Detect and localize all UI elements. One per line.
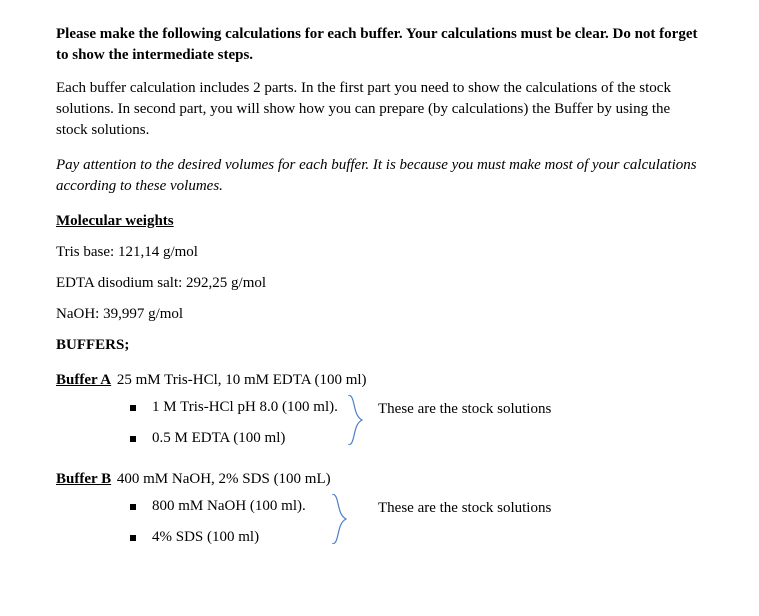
- bullet-icon: [130, 405, 136, 411]
- bullet-text: 1 M Tris-HCl pH 8.0 (100 ml).: [152, 397, 338, 418]
- bullet-icon: [130, 436, 136, 442]
- bullet-text: 0.5 M EDTA (100 ml): [152, 428, 285, 449]
- mw-item-tris: Tris base: 121,14 g/mol: [56, 242, 703, 263]
- paragraph-1: Each buffer calculation includes 2 parts…: [56, 78, 703, 141]
- bullet-icon: [130, 535, 136, 541]
- instructions-heading: Please make the following calculations f…: [56, 24, 703, 66]
- buffer-a-label: Buffer A: [56, 372, 111, 388]
- list-item: 4% SDS (100 ml): [130, 527, 703, 548]
- stock-solutions-note-a: These are the stock solutions: [378, 399, 551, 420]
- mw-item-edta: EDTA disodium salt: 292,25 g/mol: [56, 273, 703, 294]
- buffer-b-bullets: 800 mM NaOH (100 ml). 4% SDS (100 ml) Th…: [130, 496, 703, 548]
- buffer-a-bullets: 1 M Tris-HCl pH 8.0 (100 ml). 0.5 M EDTA…: [130, 397, 703, 449]
- paragraph-2-italic: Pay attention to the desired volumes for…: [56, 155, 703, 197]
- buffer-a-line: Buffer A 25 mM Tris-HCl, 10 mM EDTA (100…: [56, 370, 703, 391]
- bullet-text: 800 mM NaOH (100 ml).: [152, 496, 306, 517]
- buffer-b-spec: 400 mM NaOH, 2% SDS (100 mL): [113, 471, 331, 487]
- stock-solutions-note-b: These are the stock solutions: [378, 498, 551, 519]
- buffer-a-spec: 25 mM Tris-HCl, 10 mM EDTA (100 ml): [113, 372, 366, 388]
- buffer-b-label: Buffer B: [56, 471, 111, 487]
- buffers-title: BUFFERS;: [56, 335, 703, 356]
- buffer-b-line: Buffer B 400 mM NaOH, 2% SDS (100 mL): [56, 469, 703, 490]
- list-item: 0.5 M EDTA (100 ml): [130, 428, 703, 449]
- bullet-text: 4% SDS (100 ml): [152, 527, 259, 548]
- mw-item-naoh: NaOH: 39,997 g/mol: [56, 304, 703, 325]
- molecular-weights-title: Molecular weights: [56, 211, 703, 232]
- bullet-icon: [130, 504, 136, 510]
